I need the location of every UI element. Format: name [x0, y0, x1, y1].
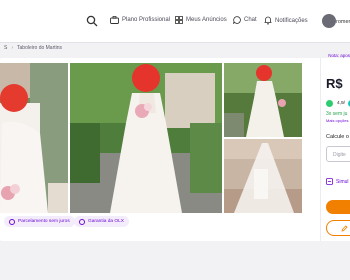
- buy-button[interactable]: [326, 200, 350, 214]
- search-icon[interactable]: [86, 15, 98, 27]
- chat-button[interactable]: [326, 220, 350, 236]
- calculator-icon: [326, 178, 333, 185]
- gallery-photo-3[interactable]: [224, 63, 302, 137]
- nav-label: Plano Profissional: [122, 17, 171, 23]
- installments-text: 3x sem ju: [326, 111, 348, 117]
- nav-chat[interactable]: Chat: [233, 16, 257, 24]
- badge-parcelamento: Parcelamento sem juros: [4, 216, 75, 227]
- shield-icon: [79, 218, 85, 225]
- cep-input[interactable]: Digite: [326, 146, 350, 162]
- briefcase-icon: [110, 16, 119, 24]
- nav-meus-anuncios[interactable]: Meus Anúncios: [175, 16, 227, 24]
- gallery-photo-2[interactable]: [70, 63, 222, 213]
- nav-label: Chat: [244, 17, 257, 23]
- card-icon: [9, 218, 15, 225]
- breadcrumb-item[interactable]: Taboleiro do Martins: [17, 45, 62, 51]
- shipping-calc-label: Calcule o: [326, 134, 349, 140]
- top-header: Plano Profissional Meus Anúncios Chat No…: [0, 0, 350, 43]
- nav-plano-profissional[interactable]: Plano Profissional: [110, 16, 170, 24]
- gallery-photo-1[interactable]: [0, 63, 68, 213]
- gallery-photo-4[interactable]: [224, 139, 302, 213]
- chat-icon: [233, 16, 241, 24]
- breadcrumb-item[interactable]: S: [4, 45, 7, 51]
- rating-value: 4,9/: [337, 101, 346, 106]
- seller-rating: 4,9/: [326, 100, 350, 107]
- badge-label: Garantia da OLX: [88, 219, 124, 224]
- simulate-label: Simul: [336, 178, 349, 185]
- pencil-icon: [341, 225, 348, 232]
- verified-icon: [326, 100, 333, 107]
- simulate-link[interactable]: Simul: [326, 178, 349, 185]
- nav-label: Notificações: [275, 17, 308, 24]
- avatar[interactable]: [322, 14, 336, 28]
- more-options-link[interactable]: Mais opções: [326, 118, 348, 123]
- breadcrumb: S › Taboleiro do Martins: [4, 45, 350, 51]
- nav-notificacoes[interactable]: Notificações: [264, 16, 308, 25]
- chevron-right-icon: ›: [11, 45, 14, 51]
- bell-icon: [264, 16, 272, 25]
- badge-label: Parcelamento sem juros: [18, 219, 70, 224]
- nav-label: Meus Anúncios: [186, 17, 227, 23]
- username[interactable]: romen: [336, 19, 350, 25]
- grid-icon: [175, 16, 183, 24]
- price-value: R$: [326, 76, 343, 91]
- badge-garantia: Garantia da OLX: [74, 216, 129, 227]
